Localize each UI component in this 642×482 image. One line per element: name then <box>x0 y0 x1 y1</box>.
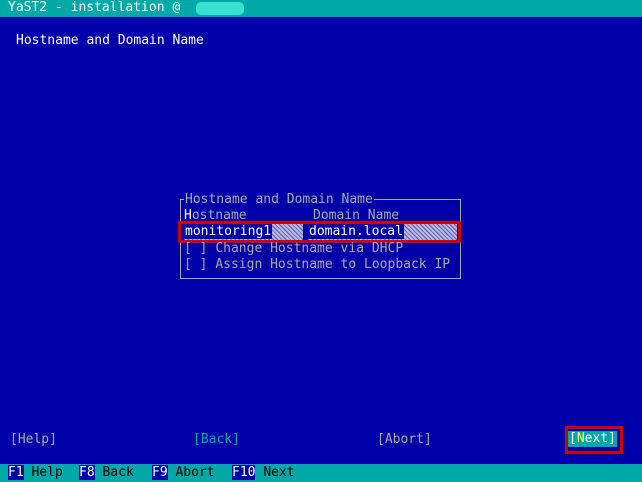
hostname-label-hotkey: H <box>184 208 192 223</box>
domain-name-label: Domain Name <box>313 208 400 223</box>
checkbox-dhcp[interactable]: [ ] Change Hostname via DHCP <box>184 241 403 257</box>
next-button-text: [Next] <box>569 431 616 446</box>
abort-button[interactable]: [Abort] <box>377 432 432 448</box>
hostname-value: monitoring1 <box>184 224 273 239</box>
redacted-hostname <box>196 2 244 15</box>
domain-name-value: domain.local <box>308 224 404 239</box>
window-title: YaST2 - installation @ <box>8 0 181 15</box>
fkey-label: Back <box>102 465 134 480</box>
fkey-label: Abort <box>175 465 215 480</box>
help-button[interactable]: [Help] <box>10 432 57 448</box>
fkey-label: Help <box>31 465 63 480</box>
fkey-back[interactable]: F8 Back <box>79 465 134 481</box>
next-hotkey: N <box>576 431 585 446</box>
frame-label: Hostname and Domain Name <box>184 192 374 208</box>
fkey-key: F1 <box>8 465 24 480</box>
fkey-key: F8 <box>79 465 95 480</box>
checkbox-dhcp-box: [ ] <box>184 241 208 256</box>
checkbox-dhcp-label: Change Hostname via DHCP <box>215 241 404 256</box>
next-button[interactable]: [Next] <box>568 431 617 447</box>
back-button[interactable]: [Back] <box>193 432 240 448</box>
checkbox-loopback-label: Assign Hostname to Loopback IP <box>215 257 451 272</box>
title-bar: YaST2 - installation @ <box>0 0 642 17</box>
dialog-title: Hostname and Domain Name <box>16 33 204 48</box>
fkey-next[interactable]: F10 Next <box>232 465 295 481</box>
domain-name-input[interactable]: domain.local <box>308 224 457 240</box>
hostname-label: Hostname <box>184 208 247 224</box>
fkey-label: Next <box>263 465 295 480</box>
fkey-key: F9 <box>152 465 168 480</box>
checkbox-loopback-box: [ ] <box>184 257 208 272</box>
hostname-input[interactable]: monitoring1 <box>184 224 303 240</box>
fkey-abort[interactable]: F9 Abort <box>152 465 215 481</box>
fkey-help[interactable]: F1 Help <box>8 465 63 481</box>
fkey-key: F10 <box>232 465 256 480</box>
checkbox-loopback[interactable]: [ ] Assign Hostname to Loopback IP <box>184 257 450 273</box>
hostname-label-rest: ostname <box>191 208 247 223</box>
